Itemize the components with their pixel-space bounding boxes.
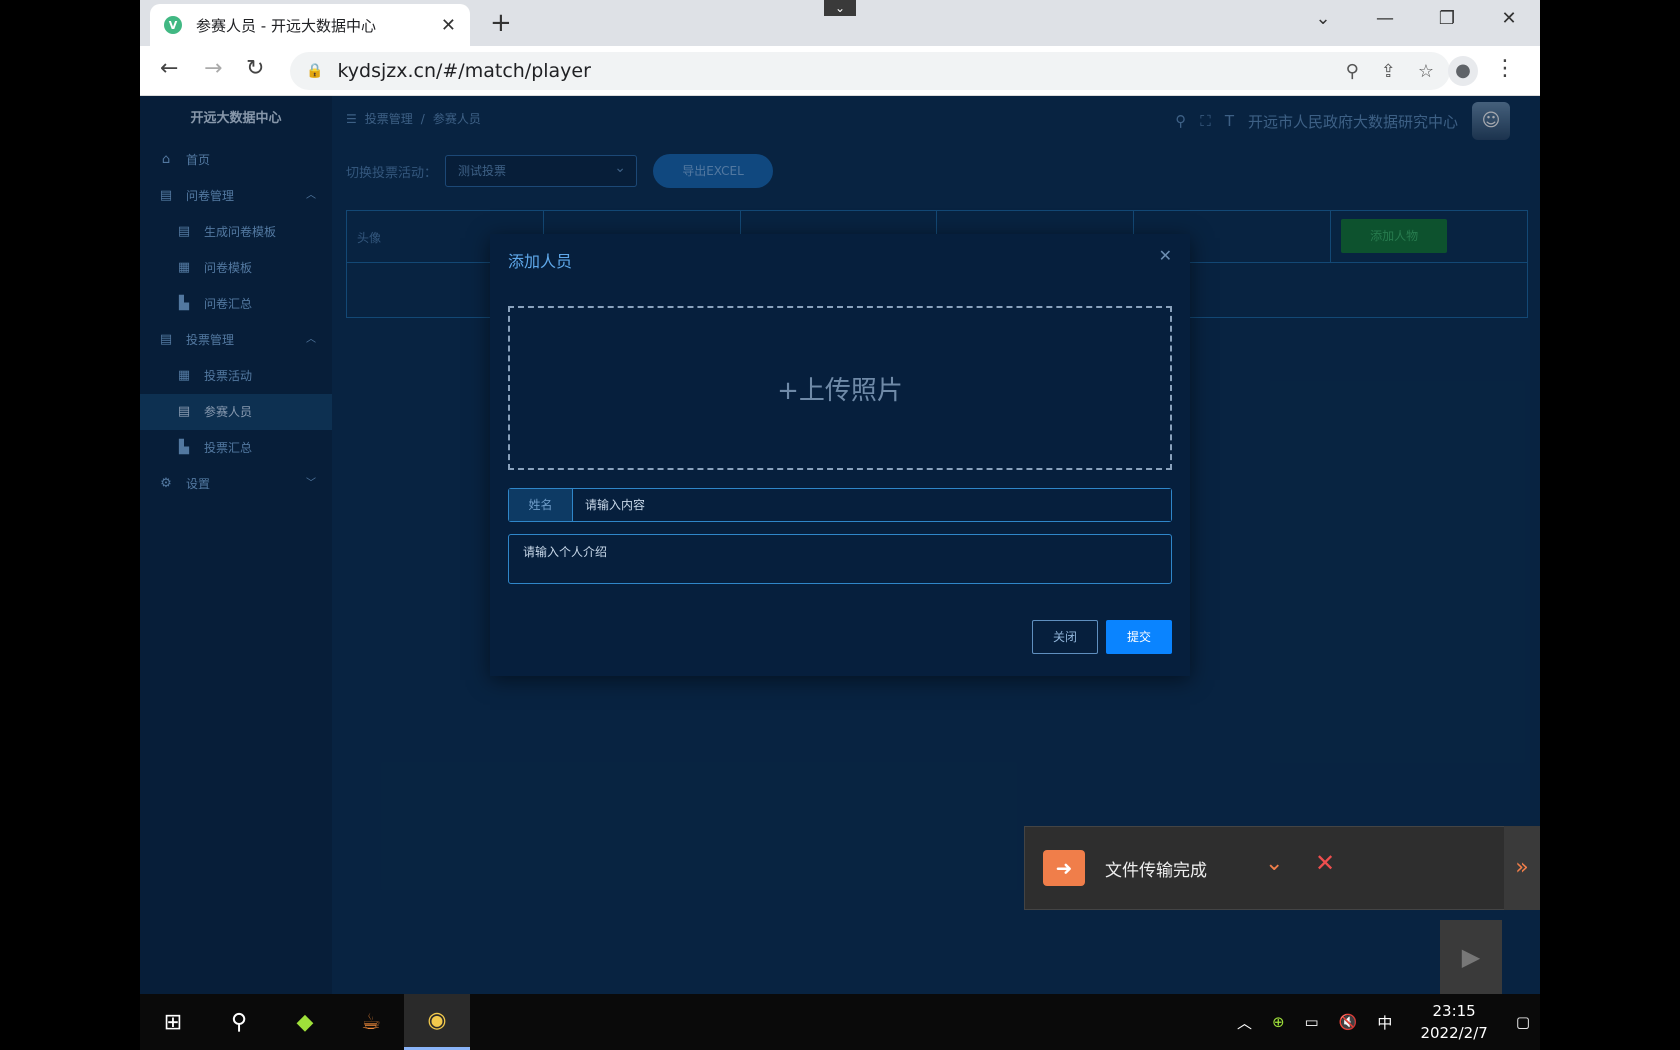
close-icon[interactable]: ✕ bbox=[1159, 246, 1172, 265]
java-icon[interactable]: ☕ bbox=[338, 994, 404, 1050]
notification-text: 文件传输完成 bbox=[1105, 860, 1207, 881]
close-window-icon[interactable]: ✕ bbox=[1478, 0, 1540, 40]
windows-start-icon[interactable]: ⊞ bbox=[140, 994, 206, 1050]
share-icon[interactable]: ⇪ bbox=[1381, 61, 1396, 82]
transfer-notification: ➜ 文件传输完成 ⌄ ✕ bbox=[1024, 826, 1540, 910]
browser-tab[interactable]: V 参赛人员 - 开远大数据中心 ✕ bbox=[150, 4, 470, 46]
vue-favicon-icon: V bbox=[164, 16, 182, 34]
minimize-icon[interactable]: — bbox=[1354, 0, 1416, 40]
dialog-title: 添加人员 bbox=[508, 252, 573, 271]
tab-search-icon[interactable]: ⌄ bbox=[1292, 0, 1354, 40]
forward-icon[interactable]: → bbox=[204, 56, 222, 81]
close-button[interactable]: 关闭 bbox=[1032, 620, 1098, 654]
chevron-down-icon[interactable]: ⌄ bbox=[1265, 851, 1283, 876]
name-field-group: 姓名 bbox=[508, 488, 1172, 522]
bookmark-star-icon[interactable]: ☆ bbox=[1418, 61, 1434, 82]
chevron-down-icon[interactable]: ⌄ bbox=[824, 0, 856, 16]
back-icon[interactable]: ← bbox=[160, 56, 178, 81]
submit-button[interactable]: 提交 bbox=[1106, 620, 1172, 654]
taskbar: ⊞ ⚲ ◆ ☕ ◉ ︿ ⊕ ▭ 🔇 中 23:15 2022/2/7 ▢ bbox=[140, 994, 1540, 1050]
chrome-icon[interactable]: ◉ bbox=[404, 994, 470, 1050]
tray-app-icon[interactable]: ⊕ bbox=[1272, 1013, 1285, 1031]
zoom-icon[interactable]: ⚲ bbox=[1346, 61, 1359, 82]
system-tray: ︿ ⊕ ▭ 🔇 中 23:15 2022/2/7 ▢ bbox=[1227, 994, 1540, 1050]
name-label: 姓名 bbox=[509, 489, 573, 521]
chevron-up-icon[interactable]: ︿ bbox=[1237, 1012, 1252, 1033]
clock[interactable]: 23:15 2022/2/7 bbox=[1420, 1000, 1487, 1044]
intro-textarea[interactable] bbox=[508, 534, 1172, 584]
browser-toolbar: ← → ↻ 🔒 kydsjzx.cn/#/match/player ⚲ ⇪ ☆ … bbox=[140, 46, 1540, 96]
screen: V 参赛人员 - 开远大数据中心 ✕ + ⌄ ⌄ — ❐ ✕ ← → ↻ 🔒 k… bbox=[140, 0, 1540, 1050]
address-bar[interactable]: 🔒 kydsjzx.cn/#/match/player ⚲ ⇪ ☆ bbox=[290, 52, 1450, 90]
add-person-dialog: 添加人员 ✕ +上传照片 姓名 关闭 提交 bbox=[490, 234, 1190, 676]
tab-title: 参赛人员 - 开远大数据中心 bbox=[196, 16, 376, 35]
notification-center-icon[interactable]: ▢ bbox=[1516, 1013, 1530, 1031]
close-icon[interactable]: ✕ bbox=[1315, 849, 1335, 877]
network-icon[interactable]: ▭ bbox=[1305, 1013, 1319, 1031]
ime-indicator[interactable]: 中 bbox=[1377, 1012, 1392, 1033]
new-tab-icon[interactable]: + bbox=[490, 8, 512, 38]
restore-icon[interactable]: ❐ bbox=[1416, 0, 1478, 40]
profile-icon[interactable]: ● bbox=[1448, 56, 1478, 86]
volume-muted-icon[interactable]: 🔇 bbox=[1339, 1013, 1358, 1031]
clock-date: 2022/2/7 bbox=[1420, 1024, 1488, 1042]
video-icon[interactable]: ▶ bbox=[1440, 920, 1502, 994]
browser-tabbar: V 参赛人员 - 开远大数据中心 ✕ + ⌄ ⌄ — ❐ ✕ bbox=[140, 0, 1540, 46]
reload-icon[interactable]: ↻ bbox=[246, 56, 264, 81]
kebab-menu-icon[interactable]: ⋮ bbox=[1494, 56, 1516, 81]
tab-close-icon[interactable]: ✕ bbox=[441, 15, 456, 36]
expand-icon[interactable]: » bbox=[1504, 826, 1540, 910]
name-input[interactable] bbox=[573, 489, 1171, 521]
search-icon[interactable]: ⚲ bbox=[206, 994, 272, 1050]
app-icon[interactable]: ◆ bbox=[272, 994, 338, 1050]
upload-photo-area[interactable]: +上传照片 bbox=[508, 306, 1172, 470]
folder-arrow-icon: ➜ bbox=[1043, 850, 1085, 886]
url-text[interactable]: kydsjzx.cn/#/match/player bbox=[337, 60, 1323, 82]
lock-icon: 🔒 bbox=[306, 63, 324, 79]
window-controls: ⌄ — ❐ ✕ bbox=[1292, 0, 1540, 40]
clock-time: 23:15 bbox=[1432, 1002, 1476, 1020]
